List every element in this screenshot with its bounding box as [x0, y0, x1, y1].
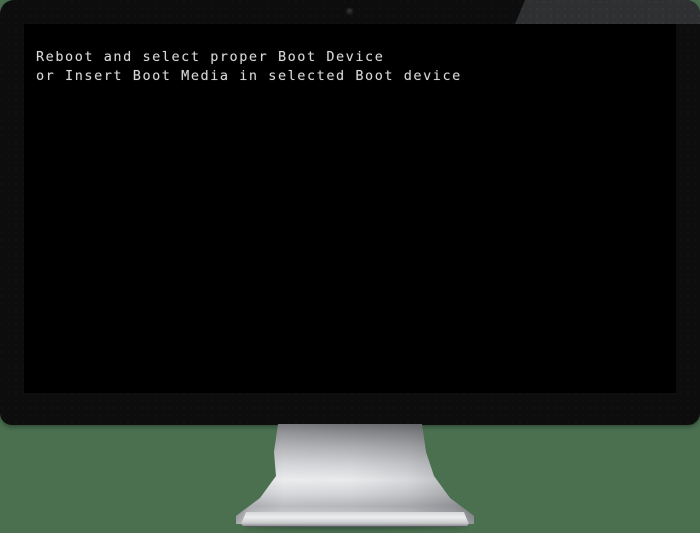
- monitor-bezel: Reboot and select proper Boot Device or …: [0, 0, 700, 425]
- bios-console: Reboot and select proper Boot Device or …: [36, 48, 668, 86]
- stand-base: [240, 512, 470, 527]
- bezel-gloss-texture: [515, 0, 700, 24]
- monitor-stand: [0, 420, 700, 533]
- monitor-scene: Reboot and select proper Boot Device or …: [0, 0, 700, 533]
- bezel-right-highlight: [676, 0, 700, 24]
- stand-neck: [236, 424, 474, 524]
- webcam-icon: [346, 8, 353, 15]
- monitor-screen[interactable]: Reboot and select proper Boot Device or …: [24, 24, 676, 393]
- bios-message-line-2: or Insert Boot Media in selected Boot de…: [36, 68, 462, 84]
- bios-message-line-1: Reboot and select proper Boot Device: [36, 49, 385, 65]
- bezel-gloss-highlight: [515, 0, 700, 24]
